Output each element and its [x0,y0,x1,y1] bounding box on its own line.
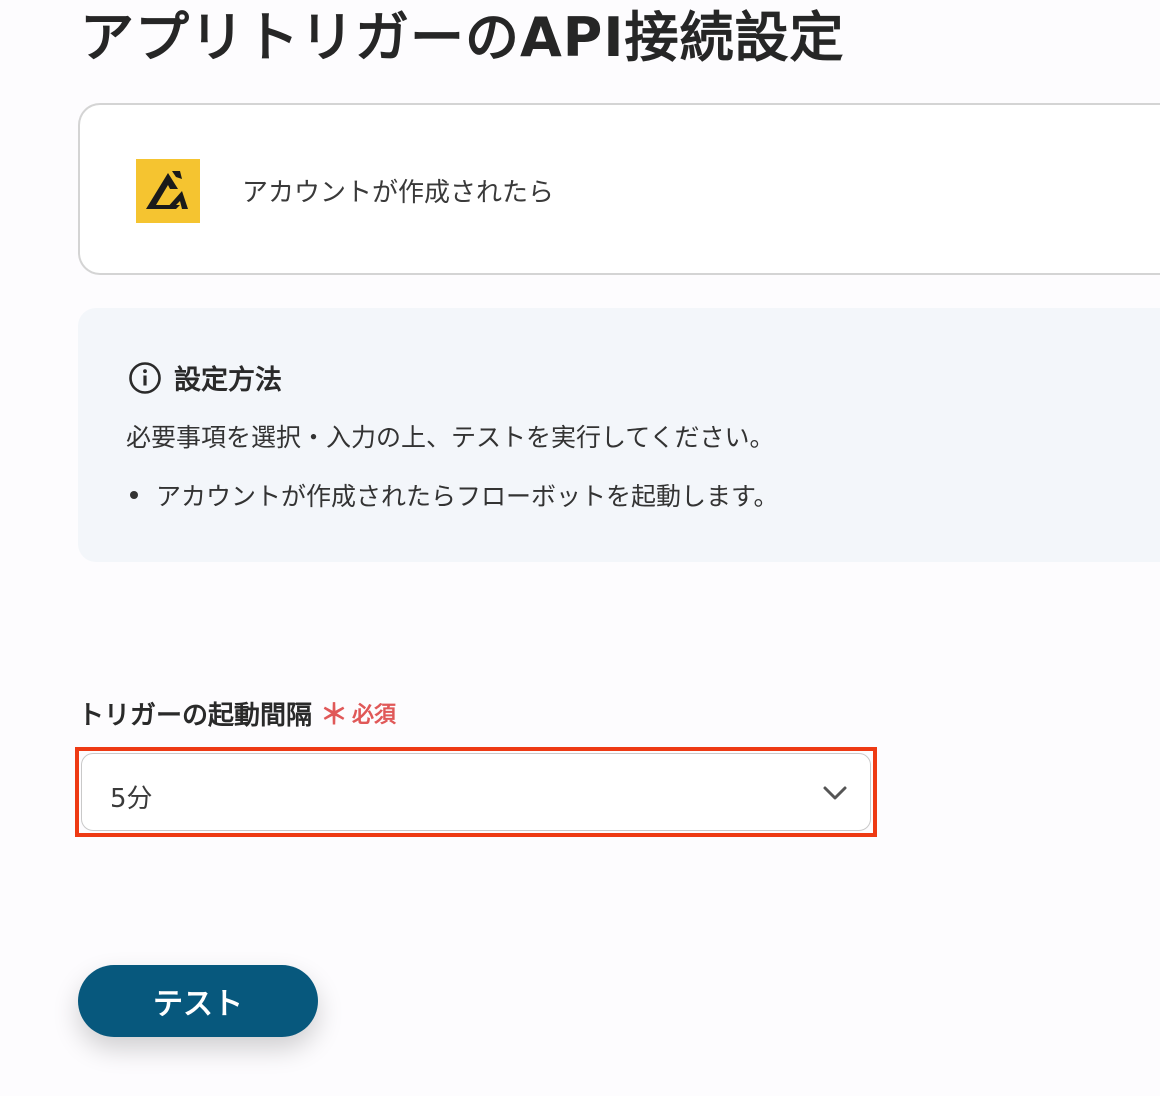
info-circle-icon [129,361,161,394]
info-bullet-text: アカウントが作成されたらフローボットを起動します。 [156,482,779,511]
required-badge: 必須 [352,703,397,728]
page: アプリトリガーのAPI接続設定 アカウントが作成されたら 設定方法 必要事項を選… [0,0,1160,1096]
trigger-card: アカウントが作成されたら [78,103,1160,275]
interval-label-row: トリガーの起動間隔 ＊ 必須 [78,693,396,733]
page-title: アプリトリガーのAPI接続設定 [80,6,845,69]
required-asterisk-icon: ＊ [320,698,349,731]
info-box: 設定方法 必要事項を選択・入力の上、テストを実行してください。 アカウントが作成… [78,308,1160,562]
chevron-down-icon [823,786,847,800]
interval-select[interactable]: 5分 [81,753,871,831]
trigger-label: アカウントが作成されたら [242,178,555,208]
interval-select-value: 5分 [110,784,153,814]
bullet-dot-icon [130,491,138,499]
interval-label: トリガーの起動間隔 [78,700,313,731]
info-bullet-item: アカウントが作成されたらフローボットを起動します。 [126,477,779,513]
info-header: 設定方法 [128,358,282,397]
test-button[interactable]: テスト [78,965,318,1037]
info-description: 必要事項を選択・入力の上、テストを実行してください。 [126,423,775,452]
info-title: 設定方法 [174,365,282,396]
app-logo-icon [136,159,200,223]
